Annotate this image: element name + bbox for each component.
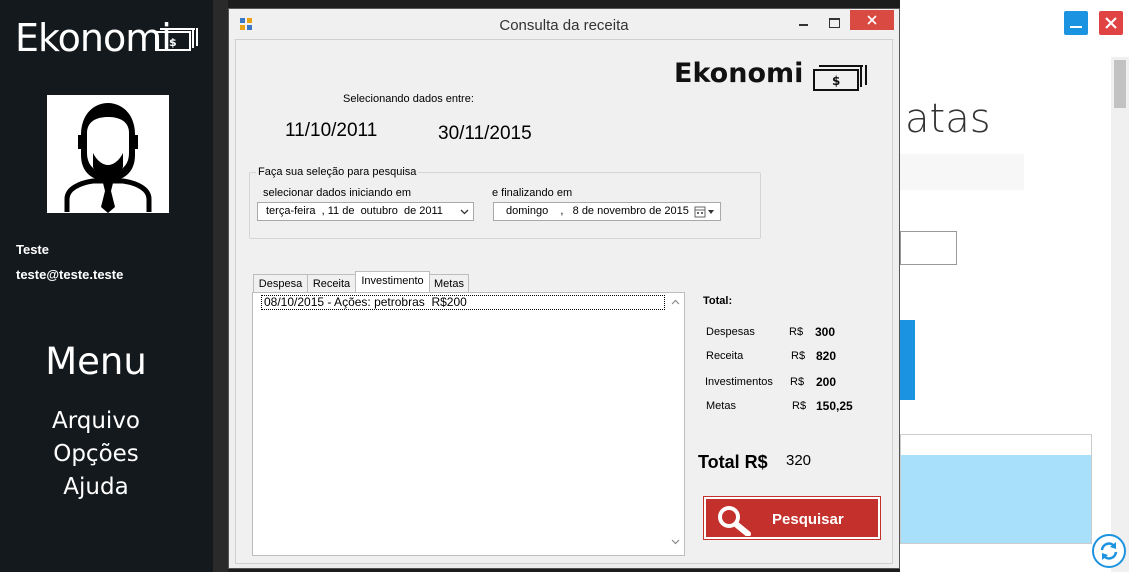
scroll-up-icon[interactable]: [671, 299, 680, 305]
tab-despesa[interactable]: Despesa: [253, 274, 308, 293]
background-list-highlight: [901, 455, 1091, 543]
summary-heading: Total:: [703, 295, 733, 307]
user-avatar-icon: [64, 103, 152, 213]
calendar-dropdown-icon: [694, 206, 714, 218]
minimize-button[interactable]: [1064, 11, 1088, 35]
end-date-picker[interactable]: domingo , 8 de novembro de 2015: [493, 202, 721, 221]
background-panel: [900, 154, 1024, 190]
svg-text:$: $: [832, 74, 840, 88]
tab-investimento[interactable]: Investimento: [355, 271, 430, 293]
avatar: [47, 95, 169, 213]
sidebar-brand: Ekonomi: [15, 16, 172, 60]
maximize-icon: [829, 18, 840, 28]
end-date-value: domingo , 8 de novembro de 2015: [506, 205, 689, 217]
summary-currency: R$: [791, 350, 806, 362]
background-heading: atas: [905, 96, 991, 142]
summary-value-despesas: 300: [815, 325, 836, 339]
date-from-display: 11/10/2011: [285, 120, 378, 141]
user-name: Teste: [16, 242, 49, 257]
total-value: 320: [786, 452, 812, 469]
minimize-icon: [1070, 26, 1082, 28]
dialog-maximize-button[interactable]: [821, 13, 847, 33]
menu-item-ajuda[interactable]: Ajuda: [0, 474, 192, 500]
menu-title: Menu: [45, 340, 147, 383]
dialog-content: Ekonomi $ Selecionando dados entre: 11/1…: [235, 39, 893, 564]
close-button[interactable]: [1099, 11, 1123, 35]
groupbox-title: Faça sua seleção para pesquisa: [258, 166, 417, 178]
summary-value-investimentos: 200: [816, 375, 837, 389]
summary-label-despesas: Despesas: [706, 326, 755, 338]
background-blue-button[interactable]: [900, 320, 915, 400]
money-icon: $: [813, 65, 867, 91]
summary-currency: R$: [789, 326, 804, 338]
tab-receita[interactable]: Receita: [307, 274, 356, 293]
magnifier-icon: [718, 506, 751, 536]
scroll-down-icon[interactable]: [671, 539, 680, 545]
tab-metas[interactable]: Metas: [429, 274, 469, 293]
summary-label-metas: Metas: [706, 400, 736, 412]
scrollbar-thumb[interactable]: [1114, 60, 1126, 108]
refresh-icon: [1100, 542, 1118, 560]
results-listbox[interactable]: 08/10/2015 - Ações: petrobras R$200: [252, 292, 685, 556]
user-email: teste@teste.teste: [16, 267, 124, 282]
list-item[interactable]: 08/10/2015 - Ações: petrobras R$200: [261, 295, 665, 310]
list-scrollbar[interactable]: [667, 293, 684, 555]
dialog-window: Consulta da receita Ekonomi $ Selecionan…: [228, 8, 900, 569]
summary-label-investimentos: Investimentos: [705, 376, 773, 388]
refresh-button[interactable]: [1092, 534, 1126, 568]
sidebar: Ekonomi $ Teste teste@teste.teste Menu A…: [0, 0, 213, 572]
summary-currency: R$: [790, 376, 805, 388]
menu-item-opcoes[interactable]: Opções: [0, 441, 192, 467]
close-icon: [867, 15, 877, 25]
minimize-icon: [799, 24, 808, 26]
close-icon: [1105, 17, 1117, 29]
search-button[interactable]: Pesquisar: [703, 496, 881, 540]
start-date-value: terça-feira , 11 de outubro de 2011: [266, 205, 443, 217]
search-button-label: Pesquisar: [772, 511, 844, 528]
scrollbar[interactable]: [1111, 57, 1129, 572]
money-icon: $: [155, 28, 198, 51]
summary-value-metas: 150,25: [816, 399, 853, 413]
end-date-label: e finalizando em: [492, 187, 573, 199]
dialog-close-button[interactable]: [850, 10, 894, 30]
background-list: [900, 434, 1092, 544]
range-caption: Selecionando dados entre:: [343, 93, 474, 105]
start-date-label: selecionar dados iniciando em: [263, 187, 411, 199]
total-label: Total R$: [698, 452, 768, 472]
menu-item-arquivo[interactable]: Arquivo: [0, 408, 192, 434]
date-to-display: 30/11/2015: [438, 123, 532, 144]
chevron-down-icon: [460, 209, 469, 215]
svg-text:$: $: [169, 36, 177, 49]
dialog-minimize-button[interactable]: [791, 13, 817, 33]
start-date-picker[interactable]: terça-feira , 11 de outubro de 2011: [257, 202, 474, 221]
dialog-brand: Ekonomi: [674, 58, 804, 89]
background-strip: [213, 0, 228, 572]
dialog-titlebar[interactable]: Consulta da receita: [229, 9, 899, 39]
background-input[interactable]: [900, 231, 957, 265]
summary-label-receita: Receita: [706, 350, 744, 362]
summary-value-receita: 820: [816, 349, 837, 363]
summary-currency: R$: [792, 400, 807, 412]
